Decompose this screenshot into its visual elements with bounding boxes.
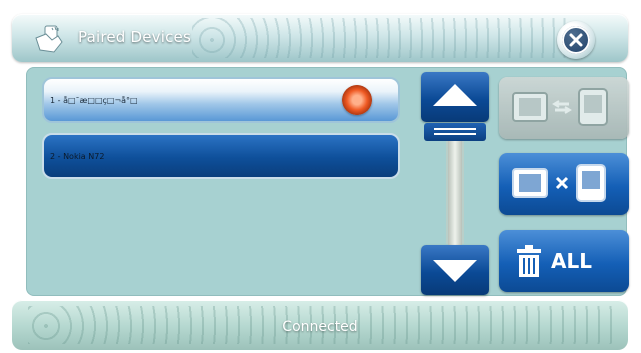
- delete-all-button[interactable]: ALL: [499, 230, 629, 292]
- scroll-up-button[interactable]: [421, 72, 489, 122]
- connected-indicator-icon: [342, 85, 372, 115]
- connect-device-icon: [512, 88, 608, 126]
- device-name: 1 - å□¯æ□□ç□¬å°□: [50, 96, 138, 105]
- disconnect-device-button[interactable]: [499, 153, 629, 215]
- page-title: Paired Devices: [78, 28, 192, 46]
- scroll-down-button[interactable]: [421, 245, 489, 295]
- decorative-pattern: [192, 18, 568, 58]
- arrow-down-icon: [433, 260, 477, 282]
- trash-icon: [517, 245, 541, 277]
- hand-phone-icon: [35, 25, 63, 53]
- scrollbar-thumb[interactable]: [424, 123, 486, 141]
- device-row-1[interactable]: 1 - å□¯æ□□ç□¬å°□: [42, 77, 400, 123]
- close-button[interactable]: [557, 21, 595, 59]
- paired-devices-screen: Paired Devices 1 - å□¯æ□□ç□¬å°□ 2 - Noki…: [0, 0, 641, 353]
- device-name: 2 - Nokia N72: [50, 152, 105, 161]
- connect-device-button[interactable]: [499, 77, 629, 139]
- arrow-up-icon: [433, 84, 477, 106]
- disconnect-device-icon: [512, 164, 606, 202]
- title-bar: Paired Devices: [12, 14, 628, 62]
- close-icon: [562, 26, 590, 54]
- delete-all-label: ALL: [551, 249, 592, 273]
- device-row-2[interactable]: 2 - Nokia N72: [42, 133, 400, 179]
- connection-status: Connected: [282, 319, 358, 335]
- scrollbar-rail: [448, 141, 462, 245]
- status-bar: Connected: [12, 300, 628, 350]
